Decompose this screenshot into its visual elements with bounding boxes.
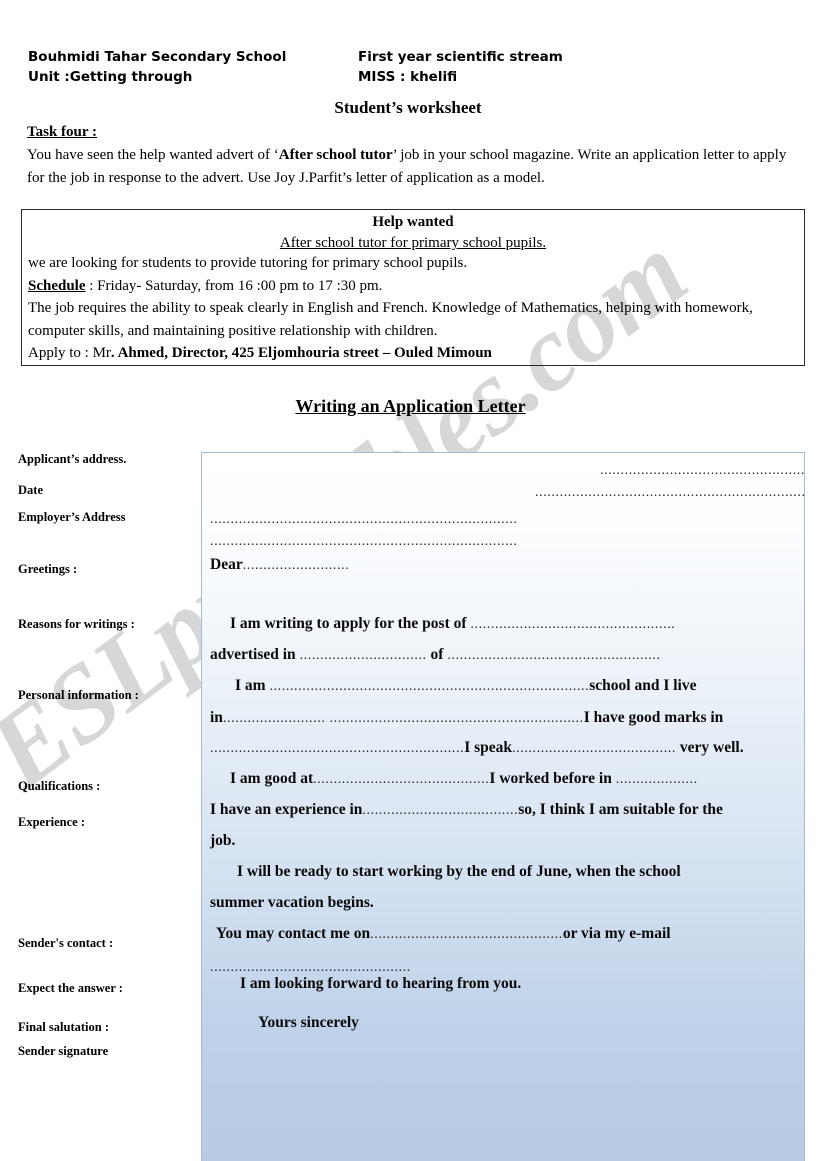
letter-template-box[interactable]: ........................................… xyxy=(201,452,805,1161)
letter-text-fragment: Yours sincerely xyxy=(258,1014,359,1031)
letter-part-label: Applicant’s address. xyxy=(18,452,127,466)
schedule-text: : Friday- Saturday, from 16 :00 pm to 17… xyxy=(85,277,383,294)
letter-line[interactable]: I will be ready to start working by the … xyxy=(237,863,681,881)
fill-in-blank[interactable]: ........................................… xyxy=(470,617,675,632)
letter-line[interactable]: advertised in ..........................… xyxy=(210,646,661,664)
letter-part-label: Greetings : xyxy=(18,562,78,576)
fill-in-dotted-line[interactable]: ........................................… xyxy=(210,512,518,528)
fill-in-blank[interactable]: ............................... xyxy=(300,648,427,663)
letter-line[interactable]: summer vacation begins. xyxy=(210,894,374,912)
letter-text-fragment: I will be ready to start working by the … xyxy=(237,863,681,880)
letter-part-label: Employer’s Address xyxy=(18,510,126,524)
letter-text-fragment: of xyxy=(426,646,448,663)
letter-text-fragment: I have an experience in xyxy=(210,801,363,818)
fill-in-blank[interactable]: ........................................… xyxy=(447,648,660,663)
fill-in-dotted-line[interactable]: ........................................… xyxy=(210,960,411,976)
schedule-label: Schedule xyxy=(28,277,86,294)
help-wanted-title: Help wanted xyxy=(372,214,454,230)
letter-line[interactable]: I have an experience in.................… xyxy=(210,801,723,819)
letter-line[interactable]: Yours sincerely xyxy=(258,1014,359,1032)
letter-line[interactable]: ........................................… xyxy=(210,739,744,757)
letter-text-fragment: I am looking forward to hearing from you… xyxy=(240,975,522,992)
letter-text-fragment: so, I think I am suitable for the xyxy=(518,801,723,818)
letter-text-fragment: I am xyxy=(235,677,270,694)
letter-text-fragment: or via my e-mail xyxy=(562,925,671,942)
letter-line[interactable]: job. xyxy=(210,832,235,850)
letter-part-label: Date xyxy=(18,483,43,497)
letter-text-fragment: I have good marks in xyxy=(583,709,724,726)
header: Bouhmidi Tahar Secondary School First ye… xyxy=(28,48,788,117)
letter-text-fragment: in xyxy=(210,709,223,726)
letter-line[interactable]: Dear.......................... xyxy=(210,556,349,574)
section-title: Writing an Application Letter xyxy=(295,396,526,416)
letter-body: ........................................… xyxy=(202,453,804,1161)
letter-text-fragment: summer vacation begins. xyxy=(210,894,374,911)
help-wanted-apply: Apply to : Mr. Ahmed, Director, 425 Eljo… xyxy=(22,342,804,365)
page-title: Student’s worksheet xyxy=(334,98,482,117)
fill-in-blank[interactable]: ......................... ..............… xyxy=(223,711,584,726)
letter-part-label: Experience : xyxy=(18,815,85,829)
letter-line[interactable]: You may contact me on...................… xyxy=(216,925,671,943)
teacher-name: MISS : khelifi xyxy=(358,68,458,85)
letter-part-label: Expect the answer : xyxy=(18,981,123,995)
letter-line[interactable]: in......................... ............… xyxy=(210,709,723,727)
header-line-1: Bouhmidi Tahar Secondary School First ye… xyxy=(28,48,788,68)
task-section: Task four : You have seen the help wante… xyxy=(27,124,789,190)
letter-part-label: Final salutation : xyxy=(18,1020,109,1034)
header-line-2: Unit :Getting through MISS : khelifi xyxy=(28,68,788,88)
task-heading: Task four : xyxy=(27,124,98,140)
letter-line[interactable]: I am good at............................… xyxy=(230,770,698,788)
task-text-bold: After school tutor xyxy=(278,147,393,163)
letter-text-fragment: school and I live xyxy=(589,677,697,694)
apply-prefix: Apply to : Mr xyxy=(28,345,111,361)
letter-text-fragment: advertised in xyxy=(210,646,300,663)
help-wanted-requirements: The job requires the ability to speak cl… xyxy=(28,300,753,339)
letter-part-label: Qualifications : xyxy=(18,779,101,793)
letter-text-fragment: I am good at xyxy=(230,770,314,787)
fill-in-blank[interactable]: .................... xyxy=(616,772,698,787)
help-wanted-box: Help wanted After school tutor for prima… xyxy=(21,209,805,366)
letter-text-fragment: You may contact me on xyxy=(216,925,371,942)
school-name: Bouhmidi Tahar Secondary School xyxy=(28,49,287,65)
fill-in-blank[interactable]: .......................... xyxy=(243,558,350,573)
letter-part-label: Sender's contact : xyxy=(18,936,114,950)
fill-in-blank[interactable]: ........................................… xyxy=(269,679,589,694)
letter-text-fragment: job. xyxy=(210,832,236,849)
unit-name: Unit :Getting through xyxy=(28,68,193,85)
help-wanted-subtitle: After school tutor for primary school pu… xyxy=(279,235,547,251)
letter-part-label: Reasons for writings : xyxy=(18,617,135,631)
letter-text-fragment: I worked before in xyxy=(489,770,616,787)
letter-text-fragment: I am writing to apply for the post of xyxy=(230,615,471,632)
fill-in-blank[interactable]: ........................................… xyxy=(370,927,563,942)
fill-in-blank[interactable]: ........................................ xyxy=(512,741,676,756)
fill-in-blank[interactable]: ...................................... xyxy=(362,803,518,818)
stream-name: First year scientific stream xyxy=(358,49,563,65)
apply-address: . Ahmed, Director, 425 Eljomhouria stree… xyxy=(110,345,492,361)
help-wanted-schedule: Schedule : Friday- Saturday, from 16 :00… xyxy=(22,275,804,298)
task-text: You have seen the help wanted advert of … xyxy=(27,144,789,190)
task-text-part1: You have seen the help wanted advert of … xyxy=(27,147,279,163)
fill-in-blank[interactable]: ........................................… xyxy=(313,772,489,787)
letter-line[interactable]: I am writing to apply for the post of ..… xyxy=(230,615,675,633)
fill-in-blank[interactable]: ........................................… xyxy=(210,741,464,756)
letter-line[interactable]: I am ...................................… xyxy=(235,677,697,695)
fill-in-dotted-line[interactable]: ........................................… xyxy=(210,534,518,550)
fill-in-dotted-line[interactable]: ........................................… xyxy=(600,463,804,479)
fill-in-dotted-line[interactable]: ........................................… xyxy=(535,485,804,501)
letter-text-fragment: very well. xyxy=(676,739,744,756)
letter-text-fragment: I speak xyxy=(464,739,513,756)
letter-line[interactable]: I am looking forward to hearing from you… xyxy=(240,975,521,993)
letter-part-label: Sender signature xyxy=(18,1044,109,1058)
worksheet-page: ESLprintables.com Bouhmidi Tahar Seconda… xyxy=(0,0,821,1161)
letter-text-fragment: Dear xyxy=(210,556,243,573)
help-wanted-intro: we are looking for students to provide t… xyxy=(28,255,468,271)
letter-part-label: Personal information : xyxy=(18,688,139,702)
